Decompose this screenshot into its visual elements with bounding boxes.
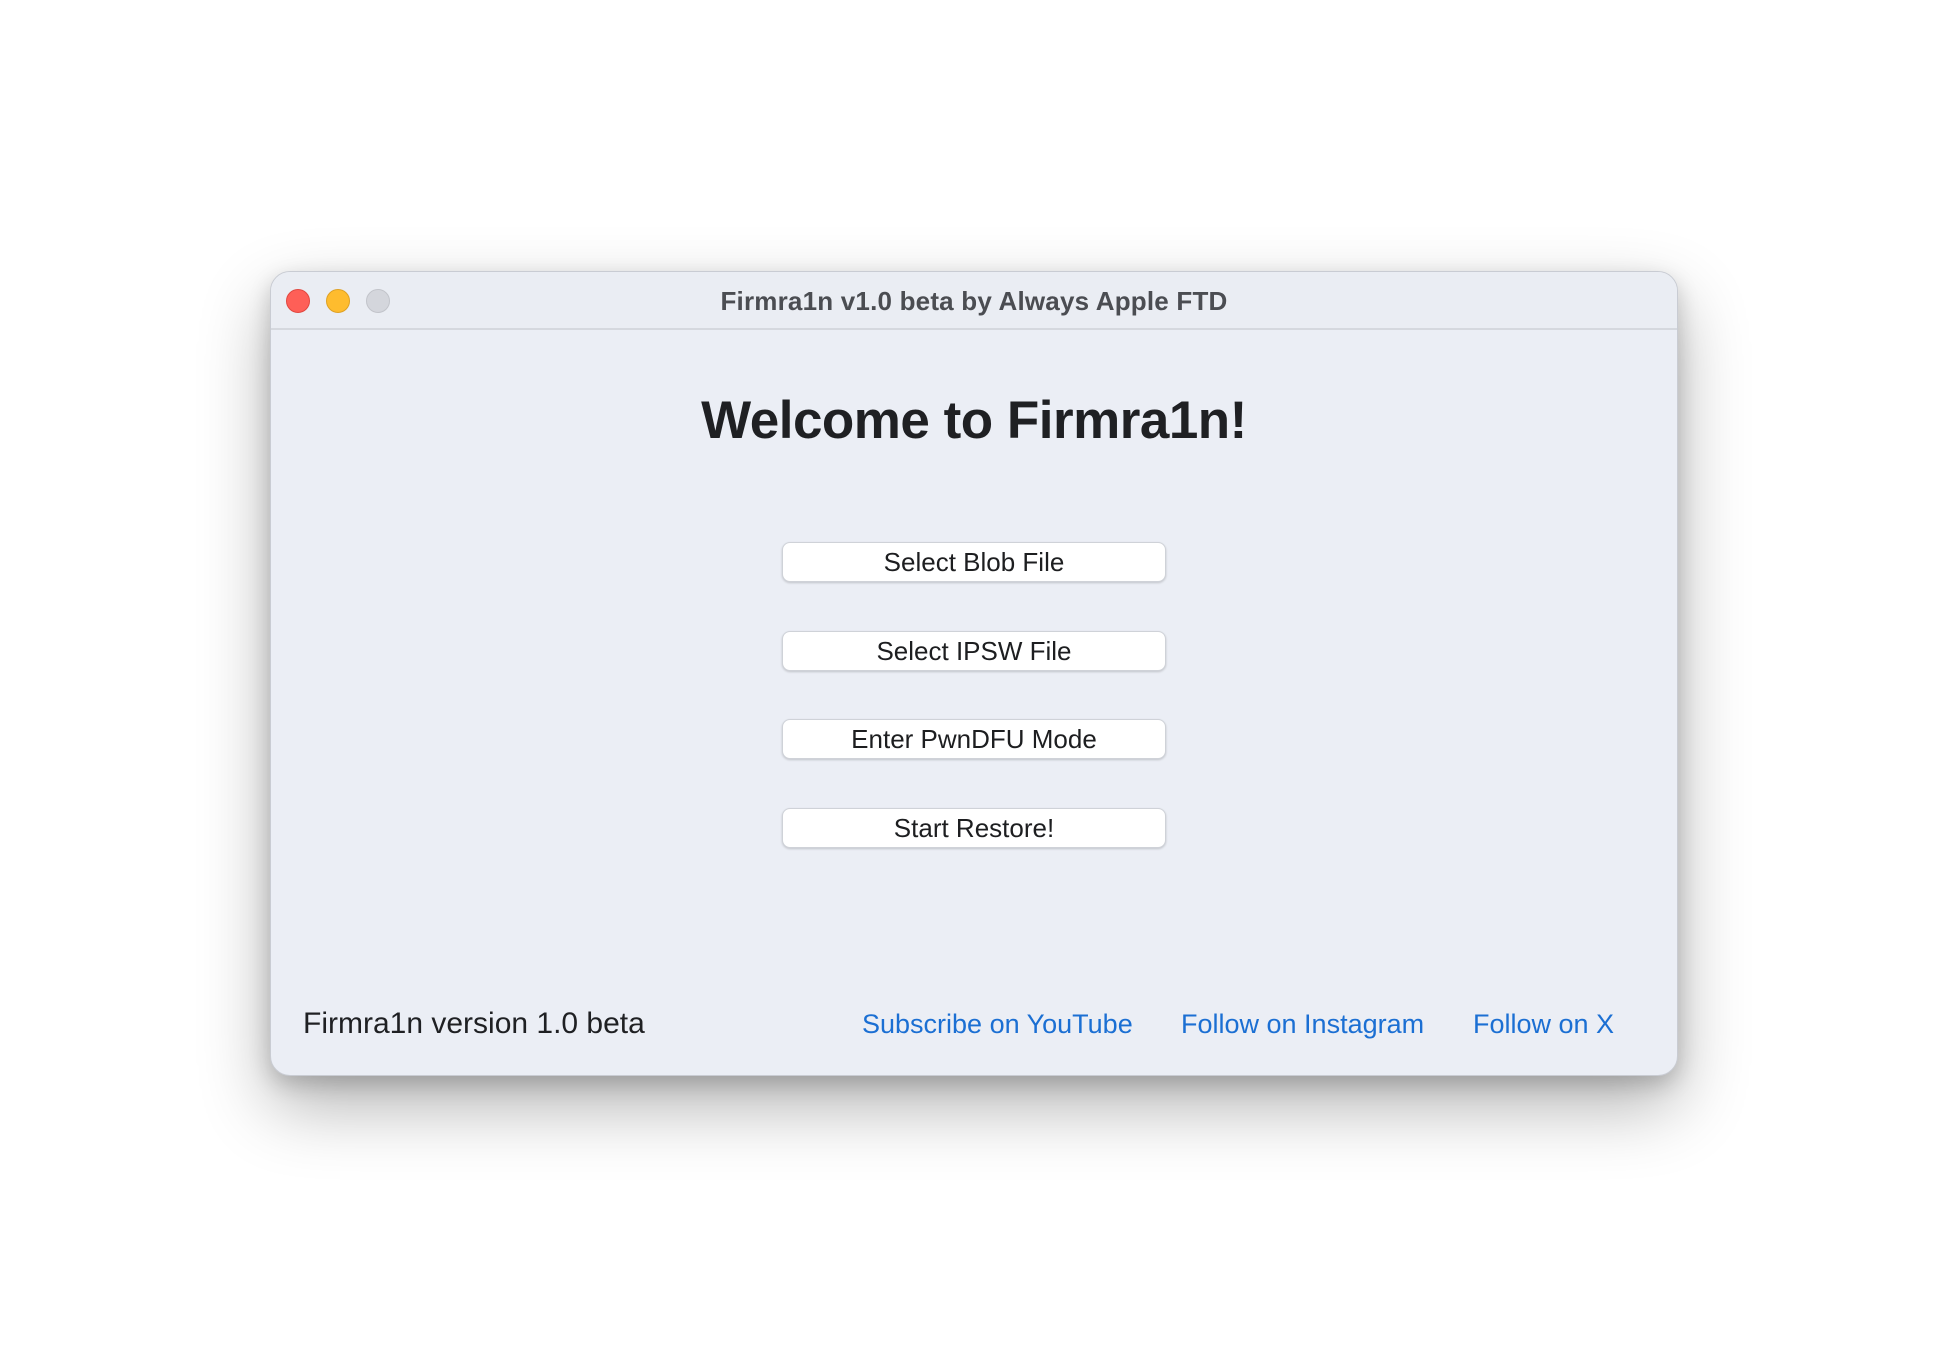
main-content: Welcome to Firmra1n! Select Blob File Se… <box>271 330 1677 1075</box>
start-restore-button[interactable]: Start Restore! <box>782 808 1166 848</box>
enter-pwndfu-mode-button[interactable]: Enter PwnDFU Mode <box>782 719 1166 759</box>
title-bar[interactable]: Firmra1n v1.0 beta by Always Apple FTD <box>271 272 1677 330</box>
window-title: Firmra1n v1.0 beta by Always Apple FTD <box>720 286 1228 316</box>
version-label: Firmra1n version 1.0 beta <box>303 1007 645 1040</box>
select-blob-file-button[interactable]: Select Blob File <box>782 542 1166 582</box>
x-link[interactable]: Follow on X <box>1473 1009 1614 1040</box>
welcome-heading: Welcome to Firmra1n! <box>701 391 1247 450</box>
youtube-link[interactable]: Subscribe on YouTube <box>862 1009 1133 1040</box>
select-ipsw-file-button[interactable]: Select IPSW File <box>782 631 1166 671</box>
instagram-link[interactable]: Follow on Instagram <box>1181 1009 1424 1040</box>
app-window: Firmra1n v1.0 beta by Always Apple FTD W… <box>270 271 1678 1076</box>
